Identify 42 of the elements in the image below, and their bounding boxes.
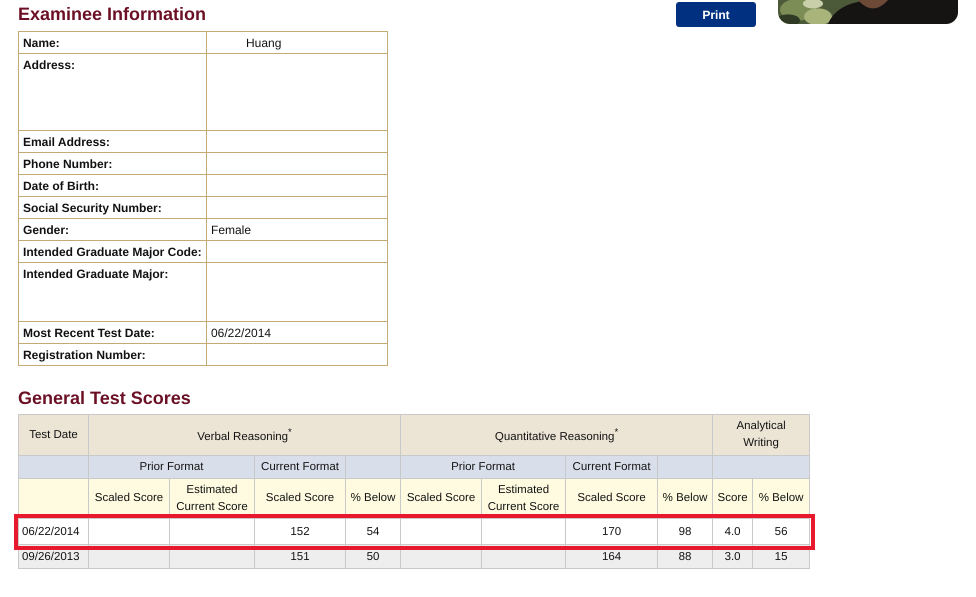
section-title: General Test Scores (18, 388, 192, 409)
field-label: Date of Birth: (18, 174, 206, 196)
table-cell: 151 (254, 544, 346, 568)
field-value: Huang (206, 32, 388, 54)
field-label: Phone Number: (18, 152, 206, 174)
column-header: Estimated Current Score (170, 478, 254, 518)
table-cell: 3.0 (712, 544, 753, 568)
table-cell: 50 (346, 544, 401, 568)
field-value: 06/22/2014 (206, 322, 388, 344)
column-header: Current Format (566, 456, 658, 478)
table-cell: 09/26/2013 (18, 544, 88, 568)
column-header: Estimated Current Score (482, 478, 566, 518)
column-header: Test Date (18, 414, 88, 456)
column-header: Verbal Reasoning$^{*}$ (88, 414, 401, 456)
table-cell: 88 (658, 544, 713, 568)
field-label: Address: (18, 54, 206, 130)
field-label: Gender: (18, 218, 206, 240)
field-label: Registration Number: (18, 344, 206, 366)
field-label: Name: (18, 32, 206, 54)
column-header: Quantitative Reasoning$^{*}$ (400, 414, 713, 456)
field-label: Intended Graduate Major: (18, 262, 206, 322)
field-value: Female (206, 218, 388, 240)
section-title: Examinee Information (18, 4, 208, 25)
column-header: % Below (752, 478, 810, 518)
field-label: Social Security Number: (18, 196, 206, 218)
column-header: Scaled Score (88, 478, 170, 518)
column-header: Scaled Score (254, 478, 346, 518)
column-header: Score (712, 478, 753, 518)
column-header: Current Format (254, 456, 346, 478)
column-header: Prior Format (400, 456, 566, 478)
field-label: Email Address: (18, 130, 206, 152)
table-cell: 15 (752, 544, 810, 568)
column-header: Scaled Score (400, 478, 482, 518)
column-header: Prior Format (88, 456, 254, 478)
column-header: Analytical Writing (712, 414, 810, 456)
column-header: Scaled Score (566, 478, 658, 518)
field-label: Intended Graduate Major Code: (18, 240, 206, 262)
field-label: Most Recent Test Date: (18, 322, 206, 344)
column-header: % Below (346, 478, 401, 518)
print-button[interactable]: Print (676, 2, 756, 27)
table-cell: 164 (566, 544, 658, 568)
column-header: % Below (658, 478, 713, 518)
